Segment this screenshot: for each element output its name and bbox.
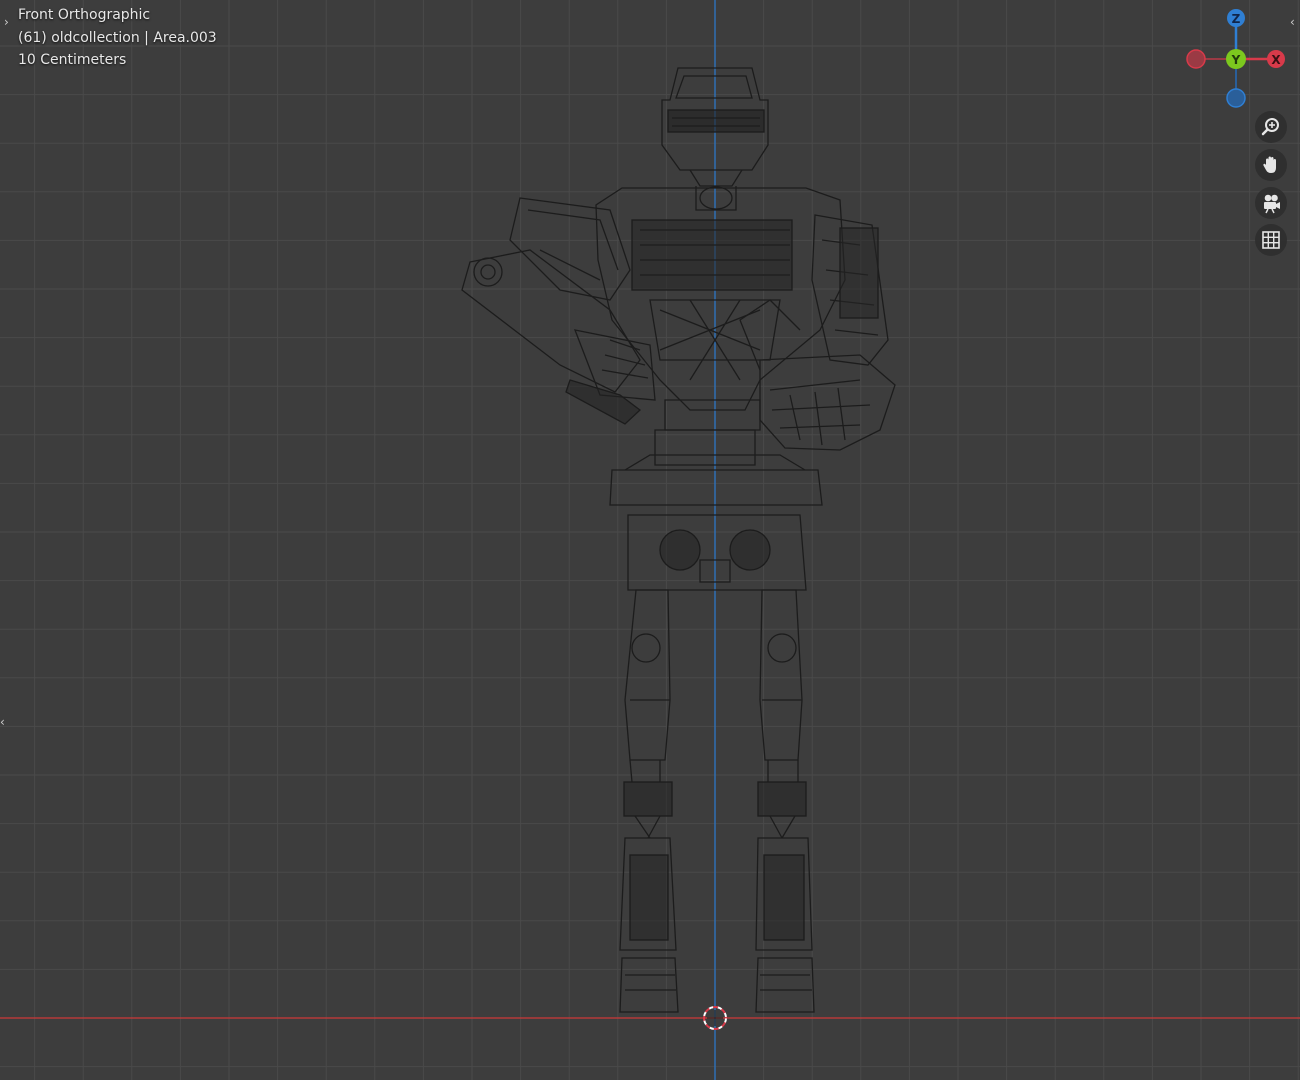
zoom-icon [1261,118,1279,136]
collection-info-label: (61) oldcollection | Area.003 [18,30,217,46]
robot-right-arm [461,197,656,425]
toolbar-expand-arrow[interactable]: › [4,16,9,28]
camera-icon [1264,194,1280,214]
gizmo-neg-z-ball[interactable] [1226,88,1246,108]
navigation-gizmo[interactable]: Z X Y [1186,9,1285,108]
camera-view-button[interactable] [1255,187,1287,219]
gizmo-neg-x-ball[interactable] [1186,49,1206,69]
gizmo-y-label: Y [1231,53,1241,67]
robot-pelvis [627,514,807,591]
3d-cursor[interactable] [703,1006,727,1030]
hand-pan-icon [1263,156,1276,173]
sidebar-expand-arrow[interactable]: ‹ [1290,16,1295,28]
gizmo-x-label: X [1271,53,1281,67]
grid-scale-label: 10 Centimeters [18,52,127,68]
ortho-perspective-button[interactable] [1255,224,1287,256]
robot-legs [619,589,815,1013]
zoom-button[interactable] [1255,111,1287,143]
left-edge-arrow[interactable]: ‹ [0,716,5,728]
3d-viewport[interactable]: Z X Y [0,0,1300,1080]
view-name-label: Front Orthographic [18,7,151,23]
robot-wireframe-model[interactable] [461,67,896,1013]
gizmo-z-label: Z [1232,12,1241,26]
grid-perspective-icon [1262,231,1280,249]
robot-torso [595,187,846,506]
pan-button[interactable] [1255,149,1287,181]
